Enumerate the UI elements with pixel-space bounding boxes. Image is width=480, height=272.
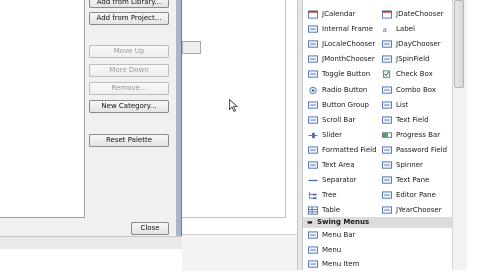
palette-item-label: Tree: [322, 191, 337, 200]
palette-item-label: Text Pane: [396, 176, 430, 185]
menu-icon: [308, 245, 318, 254]
scrollbar-thumb[interactable]: [454, 0, 464, 88]
formatted-field-icon: [308, 146, 318, 154]
calendar-icon: [308, 10, 318, 19]
internal-frame-icon: [308, 25, 318, 33]
dialog-body: Add from Library... Add from Project... …: [0, 0, 176, 240]
palette-item-label: Toggle Button: [322, 70, 371, 79]
slider-icon: [308, 132, 318, 138]
palette-item-label: Check Box: [396, 70, 433, 79]
palette-item-label: Button Group: [322, 100, 369, 109]
menu-bar-icon: [308, 231, 318, 239]
svg-text:a: a: [383, 25, 387, 34]
palette-item-label: Combo Box: [396, 85, 436, 94]
palette-item-label: Editor Pane: [396, 191, 436, 200]
palette-item-label: Progress Bar: [396, 130, 441, 139]
move-down-button[interactable]: More Down: [89, 64, 169, 77]
menu-item-icon: [308, 260, 318, 268]
date-chooser-icon: [382, 10, 392, 19]
list-icon: [382, 101, 392, 109]
palette-item-label: JDayChooser: [396, 40, 441, 49]
palette-item-label: Text Field: [396, 115, 429, 124]
year-chooser-icon: [382, 206, 392, 214]
text-area-icon: [308, 161, 318, 169]
scroll-bar-icon: [308, 116, 318, 124]
palette-item-label: Menu: [322, 245, 342, 254]
palette-item-label: Menu Bar: [322, 231, 356, 239]
spinner-icon: [382, 161, 392, 169]
check-box-icon: [382, 70, 391, 79]
palette-item-label: Spinner: [396, 161, 423, 169]
day-chooser-icon: [382, 40, 392, 48]
section-title: Swing Menus: [317, 218, 370, 226]
new-category-button[interactable]: New Category...: [89, 100, 169, 113]
separator-icon: [308, 179, 318, 182]
text-field-icon: [382, 116, 392, 124]
progress-bar-icon: [382, 132, 392, 138]
add-from-library-button[interactable]: Add from Library...: [89, 0, 169, 8]
add-from-project-button[interactable]: Add from Project...: [89, 12, 169, 25]
tree-icon: [308, 192, 317, 200]
button-group-icon: [308, 101, 318, 109]
toggle-button-icon: [308, 70, 318, 79]
palette-item-label: JMonthChooser: [322, 55, 375, 64]
palette-item-label: Radio Button: [322, 85, 368, 94]
mouse-cursor-icon: [229, 99, 238, 112]
right-margin: [467, 0, 480, 270]
palette-item-label: Formatted Field: [322, 145, 377, 154]
palette-item-label: Separator: [322, 176, 357, 185]
palette-item-label: Password Field: [396, 145, 448, 154]
palette-item-label: Internal Frame: [322, 25, 374, 34]
palette-item-label: JDateChooser: [396, 10, 444, 18]
move-up-button[interactable]: Move Up: [89, 45, 169, 58]
palette-item-label: Label: [396, 25, 415, 34]
palette-item-label: JSpinField: [396, 55, 430, 64]
locale-chooser-icon: [308, 40, 318, 48]
spin-field-icon: [382, 55, 392, 63]
combo-box-icon: [382, 85, 392, 94]
form-button[interactable]: [182, 41, 201, 54]
palette-item-label: List: [396, 100, 409, 109]
close-button[interactable]: Close: [131, 222, 169, 235]
table-icon: [308, 206, 318, 215]
palette-section-swing-menus[interactable]: ▬ Swing Menus: [303, 217, 452, 228]
palette-category-list[interactable]: [0, 0, 85, 218]
text-pane-icon: [382, 176, 392, 184]
palette-manager-dialog: Add from Library... Add from Project... …: [0, 0, 182, 247]
palette-item-label: JLocaleChooser: [322, 40, 376, 49]
radio-button-icon: [309, 86, 317, 94]
password-field-icon: [382, 146, 392, 154]
palette-item-label: JCalendar: [322, 10, 356, 18]
properties-panel: [182, 234, 297, 271]
remove-button[interactable]: Remove...: [89, 82, 169, 95]
label-icon: a: [383, 25, 387, 34]
palette-item-label: Text Area: [322, 161, 355, 169]
palette-item-label: Scroll Bar: [322, 115, 356, 124]
editor-pane-icon: [382, 191, 392, 199]
month-chooser-icon: [308, 55, 318, 63]
collapse-triangle-icon: ▬: [307, 219, 313, 226]
palette-item-label: Slider: [322, 130, 342, 139]
reset-palette-button[interactable]: Reset Palette: [89, 134, 169, 147]
